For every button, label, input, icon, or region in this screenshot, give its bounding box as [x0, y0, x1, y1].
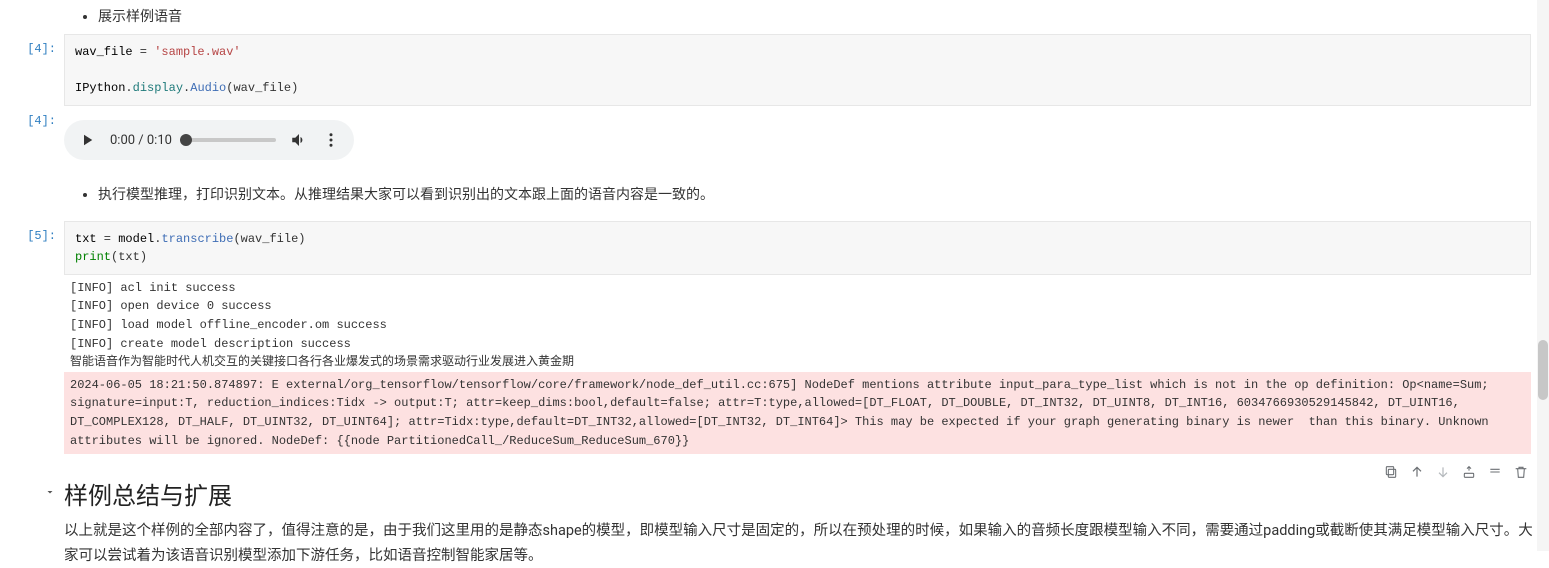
insert-below-icon[interactable]: [1487, 464, 1503, 480]
cell-stdout: [INFO] acl init success [INFO] open devi…: [64, 275, 1531, 372]
move-up-icon[interactable]: [1409, 464, 1425, 480]
markdown-bullet-list: 展示样例语音: [64, 0, 1549, 34]
bullet-item: 展示样例语音: [98, 6, 1549, 28]
delete-icon[interactable]: [1513, 464, 1529, 480]
insert-above-icon[interactable]: [1461, 464, 1477, 480]
section-heading: 样例总结与扩展: [64, 462, 1549, 519]
vertical-scrollbar[interactable]: [1537, 0, 1549, 551]
output-prompt: [4]:: [0, 106, 64, 128]
code-cell-input[interactable]: wav_file = 'sample.wav' IPython.display.…: [64, 34, 1531, 106]
cell-stderr: 2024-06-05 18:21:50.874897: E external/o…: [64, 372, 1531, 454]
input-prompt: [4]:: [0, 34, 64, 56]
bullet-item: 执行模型推理，打印识别文本。从推理结果大家可以看到识别出的文本跟上面的语音内容是…: [98, 184, 1549, 206]
audio-player: 0:00 / 0:10: [64, 120, 354, 160]
audio-seek-slider[interactable]: [186, 138, 276, 142]
move-down-icon[interactable]: [1435, 464, 1451, 480]
play-icon[interactable]: [78, 131, 96, 149]
copy-icon[interactable]: [1383, 464, 1399, 480]
audio-time-label: 0:00 / 0:10: [110, 133, 172, 148]
audio-seek-knob[interactable]: [180, 134, 192, 146]
cell-toolbar: [1383, 464, 1529, 480]
code-cell-input[interactable]: txt = model.transcribe(wav_file) print(t…: [64, 221, 1531, 275]
volume-icon[interactable]: [290, 131, 308, 149]
more-icon[interactable]: [322, 131, 340, 149]
input-prompt: [5]:: [0, 221, 64, 243]
section-paragraph: 以上就是这个样例的全部内容了，值得注意的是，由于我们这里用的是静态shape的模…: [64, 519, 1549, 568]
collapse-caret-icon[interactable]: [44, 486, 56, 502]
markdown-bullet-list: 执行模型推理，打印识别文本。从推理结果大家可以看到识别出的文本跟上面的语音内容是…: [64, 178, 1549, 220]
scrollbar-thumb[interactable]: [1538, 340, 1548, 400]
